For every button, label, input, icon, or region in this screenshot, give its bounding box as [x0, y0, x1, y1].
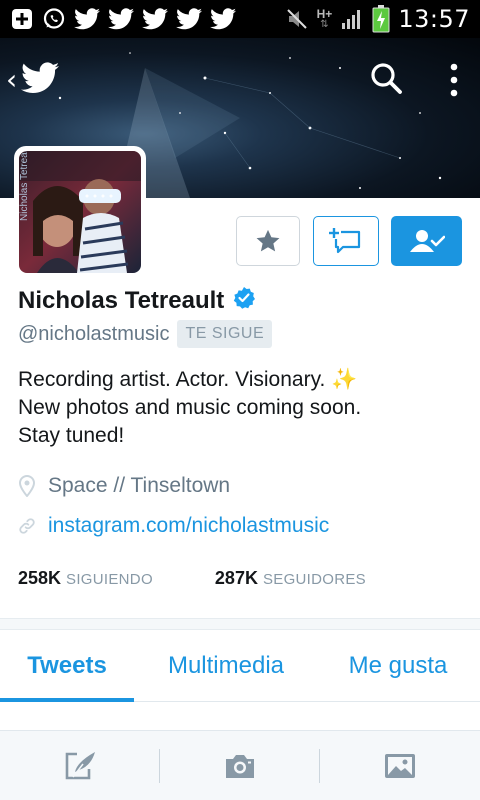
back-button[interactable]: ‹ — [6, 61, 76, 99]
followers-label: SEGUIDORES — [262, 571, 366, 588]
compose-tweet-button[interactable] — [0, 731, 159, 800]
website-link[interactable]: instagram.com/nicholastmusic — [48, 514, 329, 538]
signal-icon — [340, 7, 364, 31]
svg-text:Nicholas Tetreault: Nicholas Tetreault — [19, 151, 30, 221]
profile-bio: Recording artist. Actor. Visionary. ✨ Ne… — [18, 366, 468, 450]
profile-name: Nicholas Tetreault — [18, 286, 225, 314]
direct-message-icon — [329, 228, 361, 254]
bio-line: Stay tuned! — [18, 424, 125, 447]
name-row: Nicholas Tetreault — [18, 286, 256, 315]
location-pin-icon — [18, 475, 36, 497]
profile-location: Space // Tinseltown — [18, 474, 230, 498]
search-icon — [371, 63, 402, 94]
avatar-image: Nicholas Tetreault — [19, 151, 141, 273]
following-button[interactable] — [391, 216, 462, 266]
add-notification-icon — [10, 7, 34, 31]
data-arrows-icon: H+ ⇅ — [316, 7, 333, 30]
compose-tweet-icon — [65, 751, 95, 779]
more-options-button[interactable] — [440, 60, 468, 100]
avatar[interactable]: Nicholas Tetreault — [14, 146, 146, 278]
followers-stat[interactable]: 287K SEGUIDORES — [215, 568, 366, 589]
tab-media[interactable]: Multimedia — [140, 630, 312, 702]
twitter-notification-icon — [74, 8, 100, 30]
twitter-notification-icon — [108, 8, 134, 30]
twitter-bird-icon — [21, 61, 60, 99]
profile-handle: @nicholastmusic — [18, 322, 170, 345]
following-label: SIGUIENDO — [66, 571, 153, 588]
direct-message-button[interactable] — [313, 216, 379, 266]
battery-charging-icon — [372, 5, 390, 33]
twitter-notification-icon — [210, 8, 236, 30]
tab-likes[interactable]: Me gusta — [322, 630, 474, 702]
whatsapp-icon — [42, 7, 66, 31]
following-icon — [409, 230, 445, 252]
bio-line: Recording artist. Actor. Visionary. ✨ — [18, 368, 358, 391]
gallery-icon — [384, 753, 415, 778]
camera-icon — [225, 754, 254, 778]
system-icons: H+ ⇅ 13:57 — [285, 5, 470, 33]
bottom-toolbar — [0, 730, 480, 800]
tab-tweets[interactable]: Tweets — [0, 630, 134, 702]
follows-you-badge: TE SIGUE — [177, 320, 273, 348]
add-to-list-button[interactable] — [236, 216, 300, 266]
link-icon — [19, 518, 35, 534]
profile-website[interactable]: instagram.com/nicholastmusic — [18, 514, 329, 538]
handle-row: @nicholastmusic TE SIGUE — [18, 320, 273, 348]
status-bar: H+ ⇅ 13:57 — [0, 0, 480, 38]
search-button[interactable] — [368, 60, 404, 96]
more-vertical-icon — [450, 63, 458, 97]
back-chevron-icon: ‹ — [6, 63, 18, 96]
timeline-peek — [0, 702, 480, 730]
twitter-notification-icon — [142, 8, 168, 30]
following-stat[interactable]: 258K SIGUIENDO — [18, 568, 153, 589]
location-text: Space // Tinseltown — [48, 474, 231, 497]
camera-button[interactable] — [160, 731, 319, 800]
profile-stats: 258K SIGUIENDO 287K SEGUIDORES — [18, 568, 468, 589]
followers-count: 287K — [214, 568, 258, 588]
section-divider — [0, 618, 480, 630]
twitter-notification-icon — [176, 8, 202, 30]
mute-icon — [285, 7, 309, 31]
notification-icons — [10, 7, 236, 31]
bio-line: New photos and music coming soon. — [18, 396, 362, 419]
profile-tabs: Tweets Multimedia Me gusta — [0, 630, 480, 702]
star-icon — [256, 229, 280, 252]
clock: 13:57 — [398, 5, 470, 33]
gallery-button[interactable] — [320, 731, 479, 800]
verified-badge-icon — [232, 286, 256, 315]
following-count: 258K — [18, 568, 62, 588]
